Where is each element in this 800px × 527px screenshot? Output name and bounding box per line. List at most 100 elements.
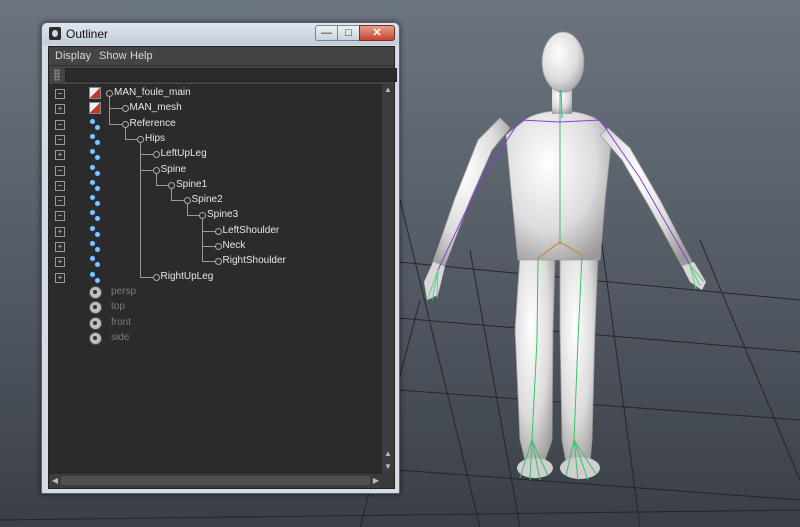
expand-icon[interactable]: + [55, 226, 65, 237]
menu-display[interactable]: Display [55, 50, 91, 62]
tree-row-reference[interactable]: − Reference [49, 117, 382, 132]
scroll-up-icon[interactable]: ▲ [382, 84, 394, 96]
tree-row-front[interactable]: front [49, 316, 382, 331]
model-left-leg [514, 254, 556, 461]
vertical-scrollbar[interactable]: ▲ ▲ ▼ [382, 84, 394, 474]
tree-row-leftupleg[interactable]: + LeftUpLeg [49, 147, 382, 162]
horizontal-scroll-thumb[interactable] [61, 476, 370, 485]
joint-icon [89, 178, 101, 192]
tree-branch-line [140, 169, 153, 171]
tree-node-label: RightShoulder [222, 255, 286, 267]
tree-node-label: Reference [129, 117, 176, 129]
filter-input[interactable] [65, 68, 397, 82]
model-head [541, 31, 585, 93]
expand-icon[interactable]: + [55, 242, 65, 252]
node-connector [152, 273, 160, 281]
node-connector [214, 243, 222, 250]
model-left-arm [432, 117, 511, 266]
collapse-icon[interactable]: − [55, 134, 65, 145]
outliner-window[interactable]: Outliner — □ ✕ Display Show Help − MAN_fo… [41, 22, 400, 494]
close-button[interactable]: ✕ [359, 25, 395, 41]
tree-row-spine1[interactable]: − Spine1 [49, 178, 382, 193]
scroll-left-icon[interactable]: ◀ [49, 475, 61, 487]
expand-icon[interactable]: + [55, 104, 65, 115]
node-connector [214, 258, 222, 266]
joint-icon [89, 117, 101, 131]
collapse-icon[interactable]: − [55, 196, 65, 207]
outliner-tree[interactable]: − MAN_foule_main + MAN_mesh − Reference − Hips +… [49, 84, 382, 474]
camera-icon [89, 301, 102, 315]
collapse-icon[interactable]: − [55, 180, 65, 191]
transform-icon [89, 102, 101, 115]
collapse-icon[interactable]: − [55, 119, 65, 130]
menu-help[interactable]: Help [130, 50, 153, 62]
joint-icon [89, 209, 101, 223]
scroll-down-icon[interactable]: ▼ [382, 461, 394, 473]
joint-icon [89, 163, 101, 177]
node-connector [121, 120, 129, 128]
tree-row-side[interactable]: side [49, 331, 382, 346]
tree-node-label: LeftUpLeg [160, 148, 207, 160]
tree-row-rightshoulder[interactable]: + RightShoulder [49, 254, 382, 269]
tree-branch-line [171, 200, 184, 202]
tree-row-spine[interactable]: − Spine [49, 163, 382, 178]
joint-icon [89, 132, 101, 146]
title-bar[interactable]: Outliner — □ ✕ [42, 23, 399, 45]
camera-icon [89, 331, 102, 345]
tree-row-leftshoulder[interactable]: + LeftShoulder [49, 224, 382, 239]
tree-node-label: Neck [222, 240, 246, 251]
tree-node-label: RightUpLeg [160, 270, 214, 282]
tree-branch-line [202, 261, 215, 263]
horizontal-scrollbar[interactable]: ◀ ▶ [49, 474, 382, 488]
collapse-icon[interactable]: − [55, 211, 65, 222]
joint-icon [89, 194, 101, 208]
character-model[interactable] [424, 31, 706, 479]
tree-branch-line [109, 123, 122, 125]
joint-icon [89, 240, 101, 253]
scroll-right-icon[interactable]: ▶ [370, 475, 382, 487]
camera-icon [89, 285, 102, 299]
node-connector [137, 135, 144, 143]
tree-node-label: Spine [160, 163, 187, 175]
tree-row-spine2[interactable]: − Spine2 [49, 193, 382, 208]
tree-branch-line [202, 246, 215, 247]
joint-icon [89, 224, 101, 238]
tree-node-label: LeftShoulder [222, 224, 280, 236]
model-right-leg [559, 254, 599, 463]
tree-row-hips[interactable]: − Hips [49, 132, 382, 147]
node-connector [152, 166, 160, 174]
expand-icon[interactable]: + [55, 150, 65, 161]
tree-branch-line [155, 184, 168, 186]
tree-row-man-foule-main[interactable]: − MAN_foule_main [49, 86, 382, 101]
node-connector [152, 151, 160, 159]
expand-icon[interactable]: + [55, 272, 65, 283]
tree-row-persp[interactable]: persp [49, 285, 382, 300]
tree-branch-line [140, 154, 153, 156]
tree-row-rightupleg[interactable]: + RightUpLeg [49, 270, 382, 285]
tree-branch-line [109, 108, 122, 110]
menu-show[interactable]: Show [99, 50, 127, 62]
tree-row-spine3[interactable]: − Spine3 [49, 208, 382, 223]
maximize-button[interactable]: □ [337, 25, 360, 41]
tree-row-man-mesh[interactable]: + MAN_mesh [49, 101, 382, 116]
scroll-top-icon[interactable]: ▲ [382, 448, 394, 460]
drag-handle-icon[interactable] [54, 69, 60, 81]
filter-bar [49, 65, 397, 84]
maya-app-icon [49, 27, 61, 40]
joint-icon [89, 270, 101, 284]
tree-trunk-line [140, 142, 141, 277]
node-connector [183, 197, 191, 205]
tree-branch-line [202, 230, 215, 232]
tree-node-label: MAN_mesh [129, 102, 182, 114]
window-title: Outliner [66, 27, 109, 41]
collapse-icon[interactable]: − [55, 89, 65, 99]
node-connector [106, 90, 113, 97]
node-connector [168, 181, 175, 189]
camera-icon [89, 316, 102, 330]
tree-row-top[interactable]: top [49, 300, 382, 315]
tree-node-label: top [111, 301, 125, 313]
collapse-icon[interactable]: − [55, 165, 65, 176]
minimize-button[interactable]: — [315, 25, 338, 41]
expand-icon[interactable]: + [55, 257, 65, 268]
tree-row-neck[interactable]: + Neck [49, 239, 382, 254]
